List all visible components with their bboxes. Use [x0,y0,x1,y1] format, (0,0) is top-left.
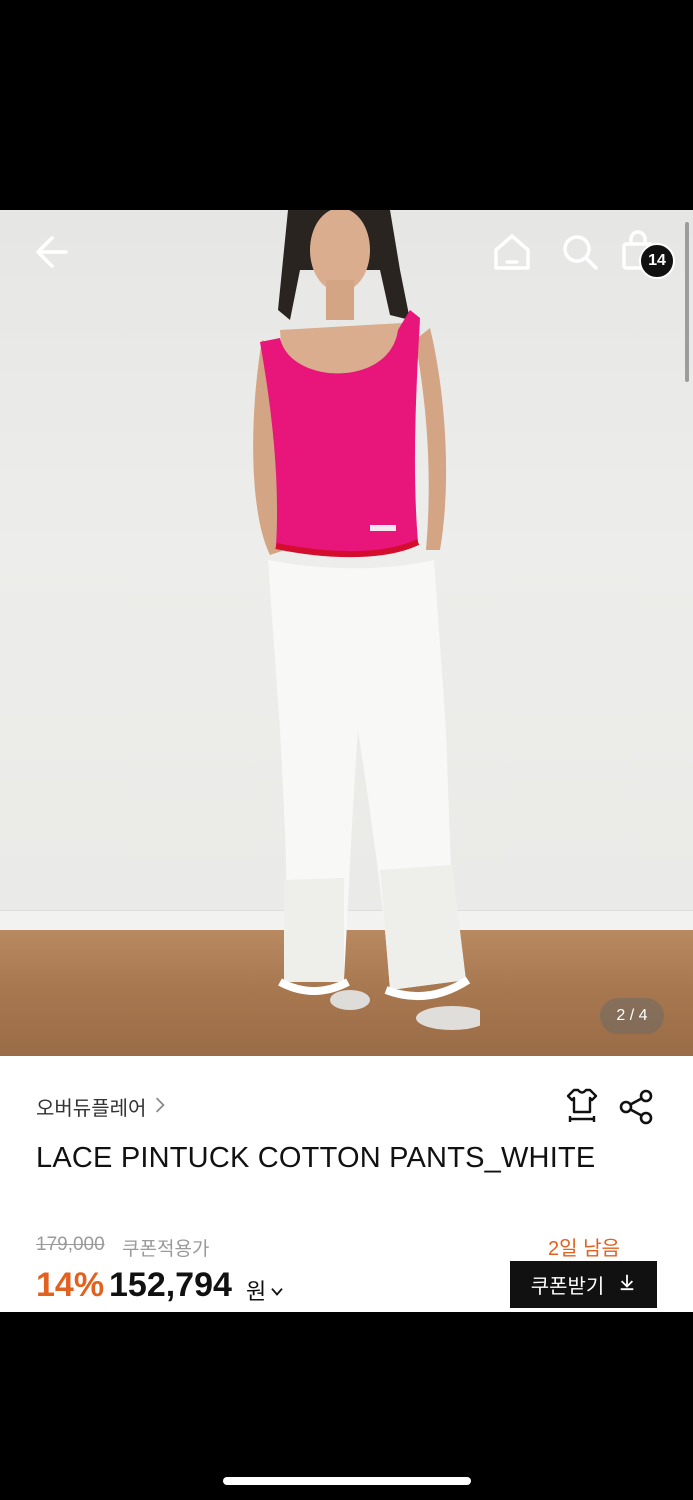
model-illustration [253,210,480,1030]
product-title: LACE PINTUCK COTTON PANTS_WHITE [36,1142,596,1174]
cart-count-badge[interactable]: 14 [639,243,675,279]
sale-price: 152,794 [109,1266,232,1304]
download-icon [618,1273,636,1297]
coupon-price-label: 쿠폰적용가 [122,1239,210,1260]
image-pager: 2 / 4 [600,998,664,1034]
product-image[interactable] [0,210,693,1056]
get-coupon-button[interactable]: 쿠폰받기 [510,1261,657,1308]
back-arrow-icon[interactable] [30,232,78,272]
scrollbar[interactable] [685,222,689,382]
coupon-button-label: 쿠폰받기 [530,1276,605,1298]
chevron-down-icon [270,1277,284,1303]
discount-rate: 14% [36,1266,105,1304]
search-icon[interactable] [558,230,602,274]
size-guide-icon[interactable] [562,1086,602,1126]
chevron-right-icon [154,1094,166,1120]
bottom-bar [0,1312,693,1500]
currency-label: 원 [246,1279,267,1304]
product-info-panel: 오버듀플레어 LACE PINTUCK COTTON PANTS_WHITE 1… [0,1056,693,1312]
price-detail-toggle[interactable]: 원 [246,1274,284,1306]
brand-name: 오버듀플레어 [36,1098,147,1120]
share-icon[interactable] [618,1088,656,1126]
brand-link[interactable]: 오버듀플레어 [36,1092,166,1121]
home-indicator[interactable] [223,1477,471,1485]
original-price: 179,000 [36,1234,105,1255]
home-icon[interactable] [490,230,534,274]
coupon-days-left: 2일 남음 [548,1238,620,1260]
status-area [0,0,693,210]
